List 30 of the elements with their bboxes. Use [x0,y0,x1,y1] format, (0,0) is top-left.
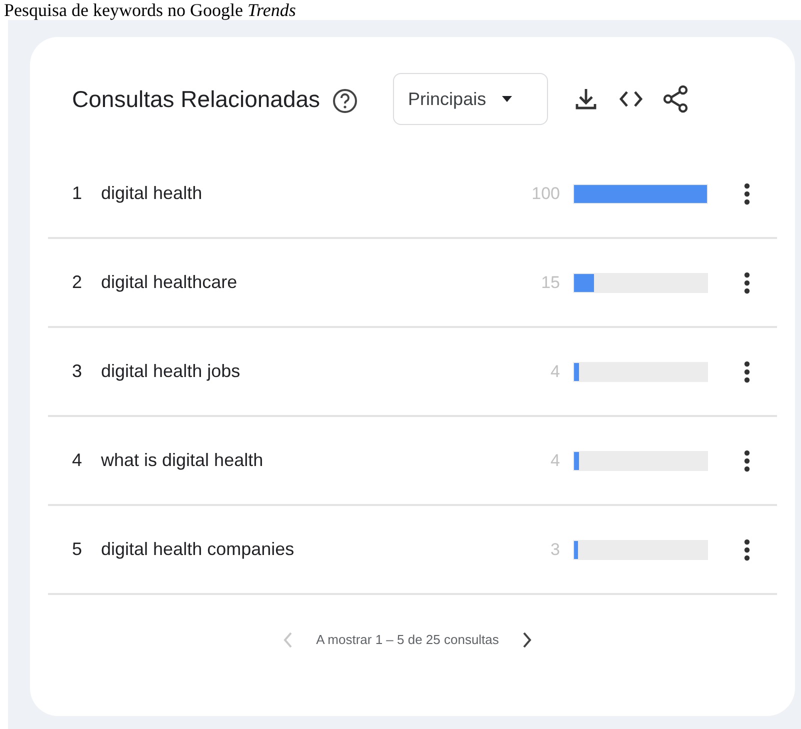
query-link[interactable]: digital health [101,180,501,207]
card-title: Consultas Relacionadas [72,84,320,114]
rank: 3 [71,360,82,383]
rank: 1 [71,182,82,205]
value: 4 [550,360,560,383]
rank: 5 [71,538,82,561]
rank: 2 [71,271,82,294]
query-link[interactable]: digital healthcare [101,269,501,296]
next-page-icon[interactable] [520,631,533,649]
value: 15 [540,272,560,294]
more-icon[interactable] [744,450,750,472]
query-link[interactable]: digital health jobs [101,358,501,385]
help-icon[interactable] [332,88,358,114]
more-icon[interactable] [744,272,750,294]
dropdown[interactable]: Principais [393,73,548,125]
more-icon[interactable] [744,538,750,560]
more-icon[interactable] [744,182,750,204]
value: 4 [550,450,560,472]
share-icon[interactable] [663,85,690,113]
pagination-text: A mostrar 1 – 5 de 25 consultas [316,631,499,650]
rank: 4 [71,449,82,472]
more-icon[interactable] [744,360,750,382]
query-link[interactable]: what is digital health [101,447,501,474]
caret-icon [502,96,512,102]
query-link[interactable]: digital health companies [101,536,501,563]
caption: Pesquisa de keywords no Google Trends [3,0,297,20]
download-icon[interactable] [575,87,598,111]
value: 100 [530,182,560,205]
value: 3 [550,538,560,561]
code-icon[interactable] [619,90,644,108]
